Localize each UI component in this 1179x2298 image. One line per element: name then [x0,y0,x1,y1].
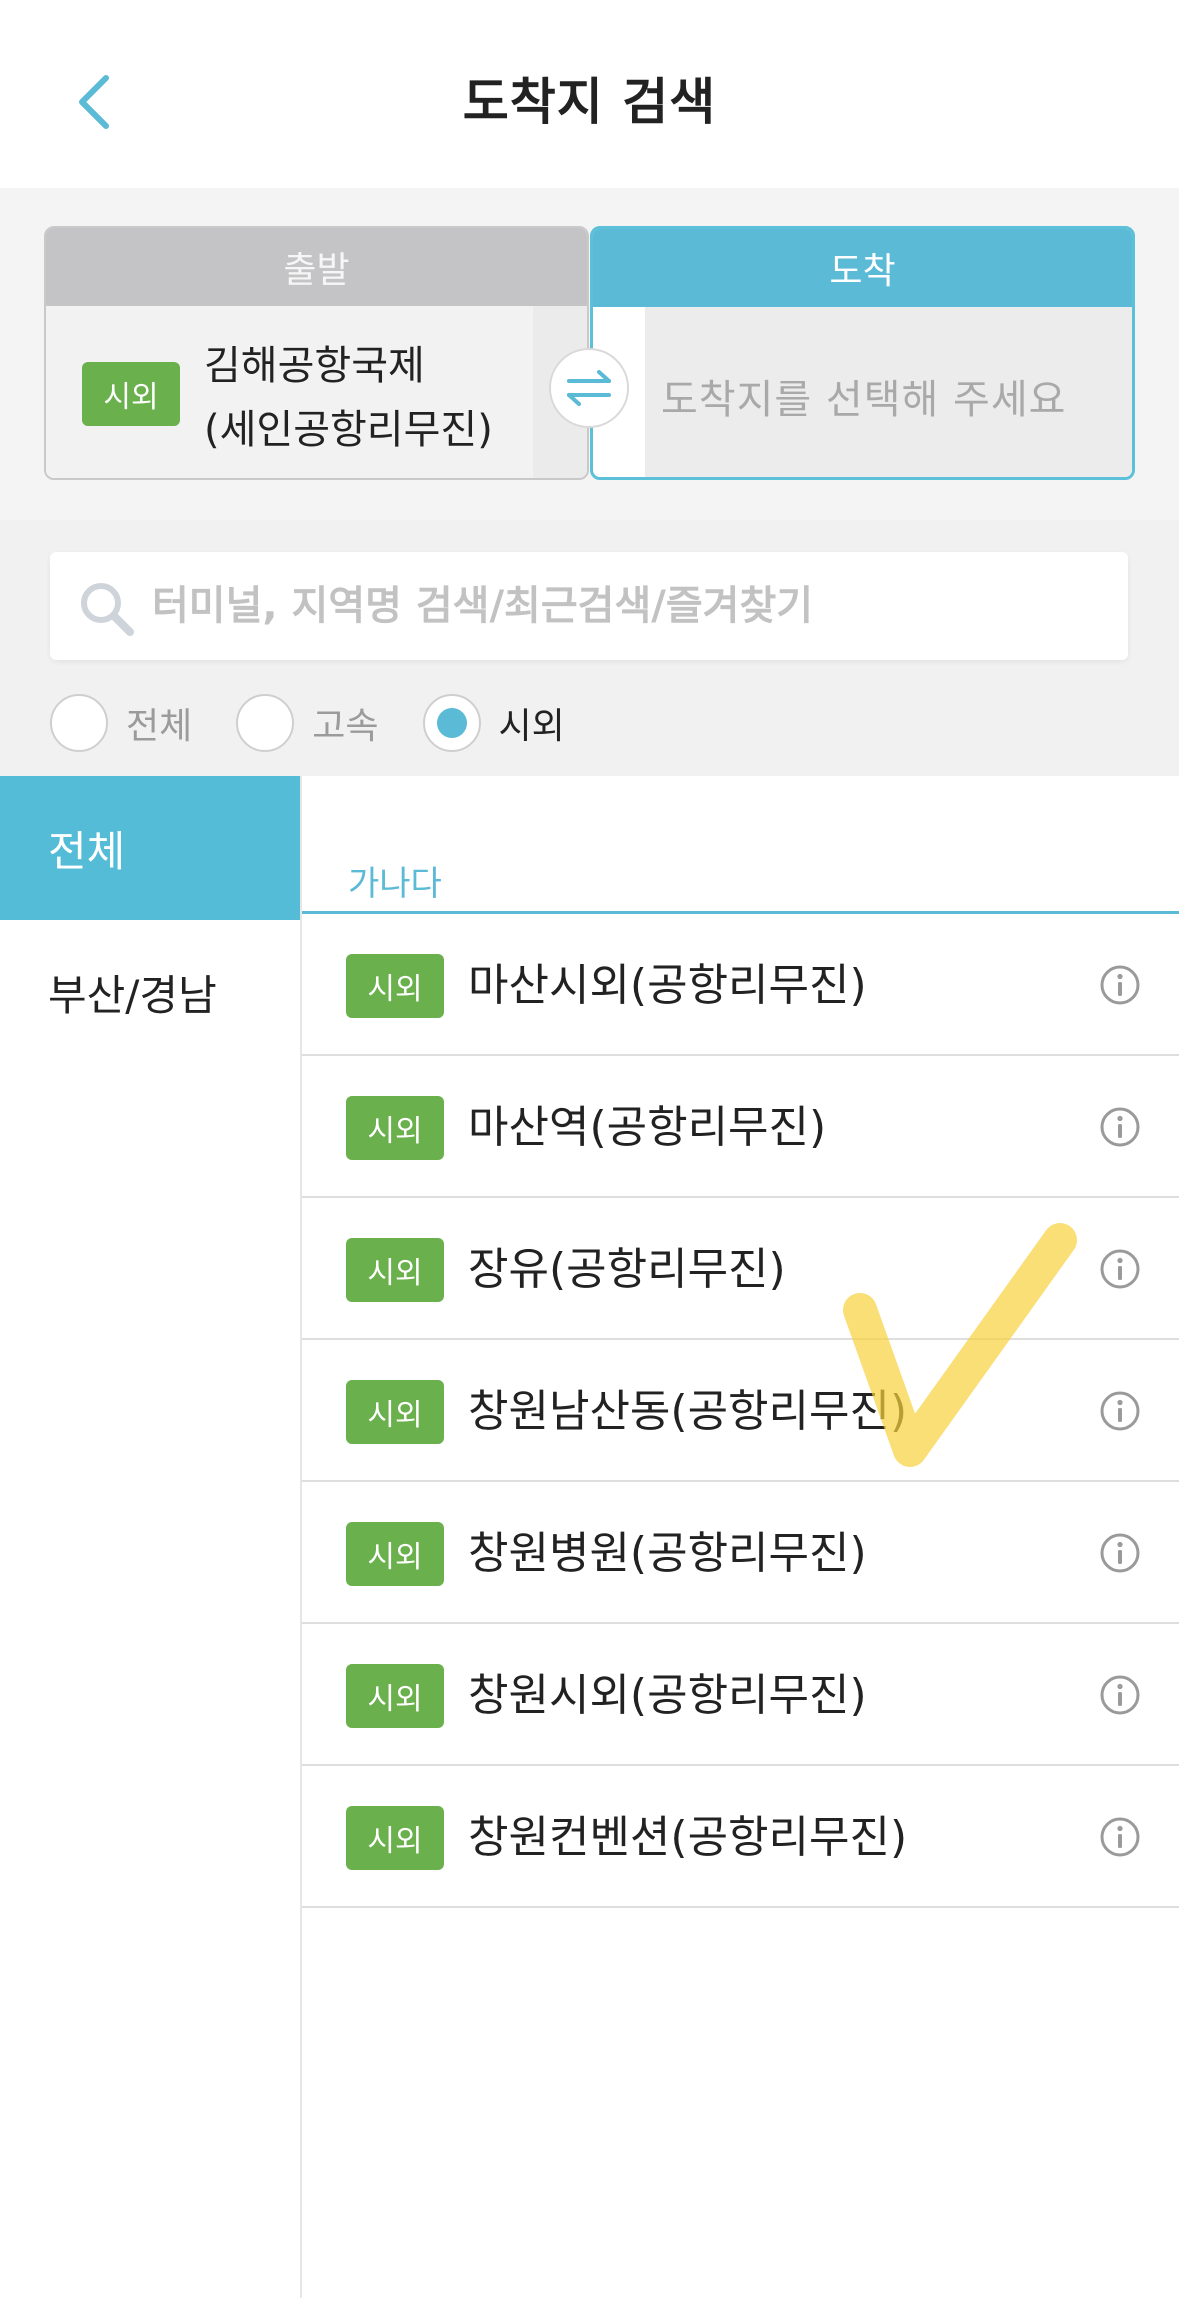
type-badge: 시외 [346,1664,444,1728]
arrival-card[interactable]: 도착 도착지를 선택해 주세요 [590,226,1135,480]
radio-express[interactable] [236,694,295,752]
terminal-name: 창원병원(공항리무진) [468,1528,867,1579]
type-badge: 시외 [346,1806,444,1870]
departure-header: 출발 [46,228,587,306]
region-sidebar: 전체 부산/경남 [0,776,300,2298]
departure-name-line1: 김해공항국제 [204,343,425,389]
type-badge: 시외 [346,1238,444,1302]
search-input[interactable] [152,570,1102,642]
info-icon[interactable] [1099,1674,1141,1716]
radio-all[interactable] [50,694,108,752]
terminal-name: 마산시외(공항리무진) [468,960,867,1011]
arrival-placeholder: 도착지를 선택해 주세요 [661,377,1067,423]
departure-type-badge: 시외 [82,362,180,426]
terminal-list: 가나다 시외 마산시외(공항리무진) 시외 마산역(공항리무진) 시외 장유(공… [302,776,1179,2298]
filter-express-label: 고속 [312,706,379,747]
type-badge: 시외 [346,1522,444,1586]
chevron-left-icon [79,75,109,129]
filter-all[interactable]: 전체 [50,694,192,752]
type-badge: 시외 [346,1380,444,1444]
info-icon[interactable] [1099,964,1141,1006]
terminal-name: 창원남산동(공항리무진) [468,1386,908,1437]
type-filter: 전체 고속 시외 [50,694,609,752]
sidebar-item-all[interactable]: 전체 [0,776,300,920]
filter-intercity-label: 시외 [498,706,565,747]
page-title: 도착지 검색 [462,73,717,131]
search-box[interactable] [50,552,1128,660]
terminal-name: 마산역(공항리무진) [468,1102,827,1153]
info-icon[interactable] [1099,1106,1141,1148]
swap-button[interactable] [549,348,629,428]
search-area: 전체 고속 시외 [0,520,1179,776]
departure-name: 김해공항국제 (세인공항리무진) [204,334,493,462]
list-item[interactable]: 시외 창원남산동(공항리무진) [302,1340,1179,1482]
departure-card[interactable]: 출발 시외 김해공항국제 (세인공항리무진) [44,226,589,480]
info-icon[interactable] [1099,1248,1141,1290]
swap-arrows-icon [567,370,611,406]
filter-intercity[interactable]: 시외 [422,694,565,752]
info-icon[interactable] [1099,1532,1141,1574]
terminal-name: 창원컨벤션(공항리무진) [468,1812,908,1863]
section-header: 가나다 [302,776,1179,914]
section-label: 가나다 [348,864,442,904]
type-badge: 시외 [346,954,444,1018]
back-button[interactable] [62,62,126,142]
departure-name-line2: (세인공항리무진) [204,407,493,453]
list-item[interactable]: 시외 마산시외(공항리무진) [302,914,1179,1056]
header-bar: 도착지 검색 [0,0,1179,188]
type-badge: 시외 [346,1096,444,1160]
list-item[interactable]: 시외 창원컨벤션(공항리무진) [302,1766,1179,1908]
info-icon[interactable] [1099,1816,1141,1858]
list-item[interactable]: 시외 장유(공항리무진) [302,1198,1179,1340]
sidebar-item-busan-gyeongnam[interactable]: 부산/경남 [0,920,300,1064]
terminal-name: 창원시외(공항리무진) [468,1670,867,1721]
arrival-header: 도착 [593,229,1132,307]
list-item[interactable]: 시외 창원시외(공항리무진) [302,1624,1179,1766]
terminal-name: 장유(공항리무진) [468,1244,786,1295]
list-item[interactable]: 시외 마산역(공항리무진) [302,1056,1179,1198]
filter-all-label: 전체 [126,706,193,747]
info-icon[interactable] [1099,1390,1141,1432]
radio-intercity[interactable] [422,694,481,752]
filter-express[interactable]: 고속 [236,694,379,752]
search-icon [81,583,134,636]
list-item[interactable]: 시외 창원병원(공항리무진) [302,1482,1179,1624]
